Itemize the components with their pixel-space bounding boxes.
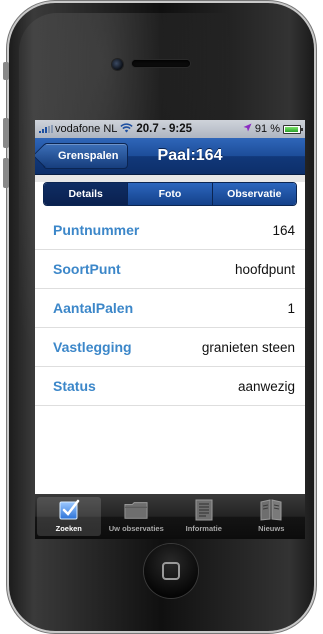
- status-bar: vodafone NL 20.7 - 9:25 91 %: [35, 120, 305, 138]
- detail-value: aanwezig: [237, 378, 295, 394]
- navigation-bar: Grenspalen Paal:164: [35, 138, 305, 175]
- tab-informatie[interactable]: Informatie: [172, 497, 236, 536]
- page-title: Paal:164: [157, 147, 223, 164]
- tab-label: Informatie: [185, 524, 222, 533]
- battery-percentage: 91 %: [254, 123, 280, 135]
- detail-row-aantalpalen: AantalPalen 1: [35, 289, 305, 328]
- tab-zoeken[interactable]: Zoeken: [37, 497, 101, 536]
- status-time: 20.7 - 9:25: [136, 123, 193, 135]
- detail-label: Status: [53, 378, 96, 394]
- detail-row-soortpunt: SoortPunt hoofdpunt: [35, 250, 305, 289]
- mute-switch: [3, 62, 9, 80]
- home-button[interactable]: [144, 544, 198, 598]
- detail-row-puntnummer: Puntnummer 164: [35, 211, 305, 250]
- detail-label: Puntnummer: [53, 222, 140, 238]
- search-check-icon: [57, 499, 81, 521]
- home-square-icon: [162, 562, 180, 580]
- front-camera: [112, 59, 123, 70]
- details-list: Puntnummer 164 SoortPunt hoofdpunt Aanta…: [35, 211, 305, 406]
- battery-icon: [283, 124, 303, 134]
- tab-nieuws[interactable]: Nieuws: [240, 497, 304, 536]
- detail-value: hoofdpunt: [234, 261, 295, 277]
- content-area: Details Foto Observatie Puntnummer 164 S…: [35, 182, 305, 502]
- detail-value: granieten steen: [201, 339, 295, 355]
- tab-label: Uw observaties: [108, 524, 164, 533]
- volume-up-button: [3, 118, 9, 148]
- detail-row-status: Status aanwezig: [35, 367, 305, 406]
- detail-row-vastlegging: Vastlegging granieten steen: [35, 328, 305, 367]
- detail-label: SoortPunt: [53, 261, 121, 277]
- wifi-icon: [120, 122, 134, 136]
- battery-fill: [285, 126, 298, 132]
- segment-foto[interactable]: Foto: [127, 183, 212, 205]
- tab-label: Nieuws: [258, 524, 285, 533]
- detail-value: 164: [272, 222, 295, 238]
- newspaper-icon: [259, 499, 283, 521]
- volume-down-button: [3, 158, 9, 188]
- segmented-control: Details Foto Observatie: [43, 182, 297, 206]
- tab-label: Zoeken: [55, 524, 82, 533]
- segment-observatie[interactable]: Observatie: [211, 183, 296, 205]
- location-arrow-icon: [243, 123, 252, 135]
- detail-label: Vastlegging: [53, 339, 132, 355]
- segment-details[interactable]: Details: [44, 183, 128, 205]
- earpiece-speaker: [132, 60, 190, 67]
- tab-bar: Zoeken Uw observaties Informatie Nieuws: [35, 494, 305, 539]
- carrier-name: vodafone NL: [55, 123, 118, 135]
- detail-label: AantalPalen: [53, 300, 134, 316]
- folder-icon: [124, 499, 148, 521]
- screen: vodafone NL 20.7 - 9:25 91 % Grenspalen …: [35, 120, 305, 539]
- tab-uw-observaties[interactable]: Uw observaties: [105, 497, 169, 536]
- document-icon: [192, 499, 216, 521]
- signal-icon: [39, 125, 53, 133]
- detail-value: 1: [287, 300, 295, 316]
